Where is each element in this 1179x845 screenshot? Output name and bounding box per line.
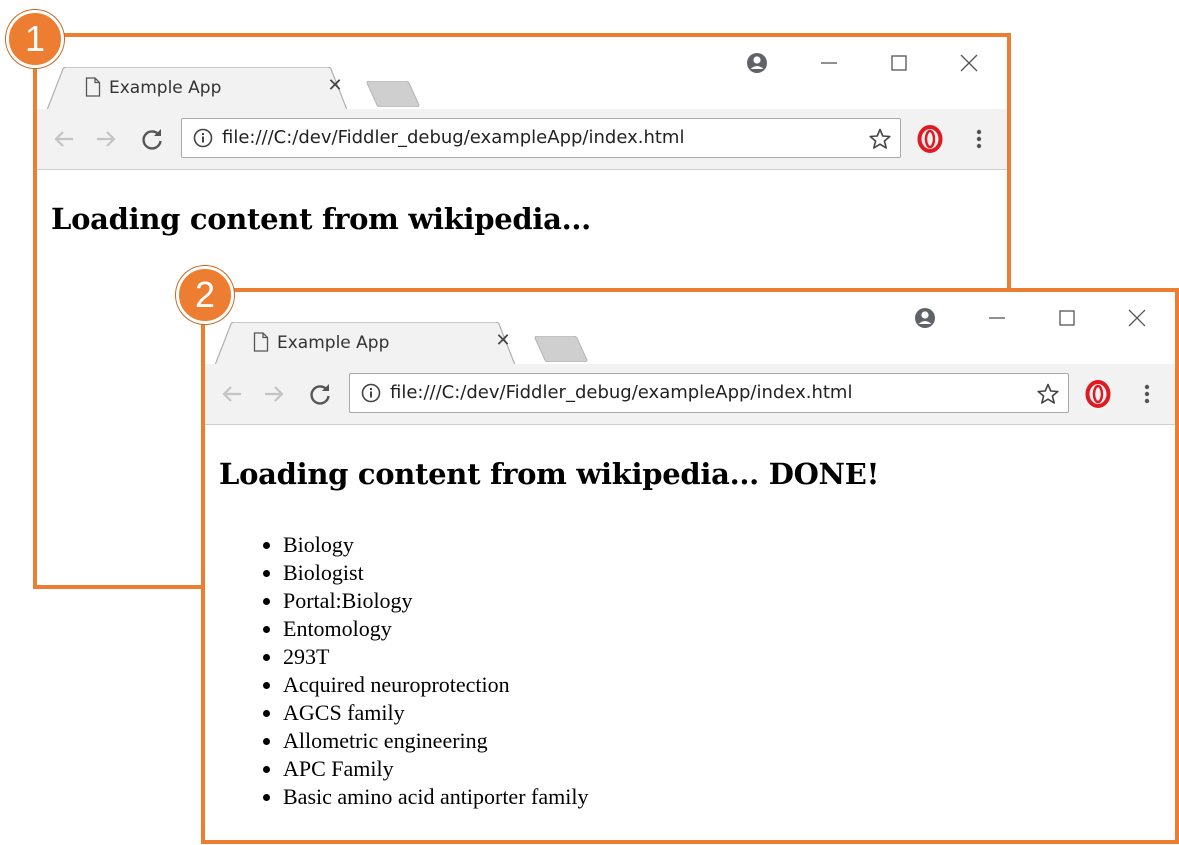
star-icon[interactable]	[868, 127, 892, 151]
tab-title: Example App	[277, 333, 390, 353]
tab-strip: Example App ✕	[37, 67, 1007, 110]
document-icon	[253, 332, 269, 352]
reload-icon[interactable]	[305, 379, 335, 409]
results-list: Biology Biologist Portal:Biology Entomol…	[219, 531, 1161, 811]
url-text: file:///C:/dev/Fiddler_debug/exampleApp/…	[390, 382, 853, 403]
list-item: Biology	[283, 531, 1161, 559]
forward-arrow-icon[interactable]	[259, 379, 289, 409]
profile-icon[interactable]	[739, 45, 775, 81]
list-item: Portal:Biology	[283, 587, 1161, 615]
close-icon[interactable]	[951, 45, 987, 81]
tab-strip: Example App ✕	[205, 322, 1175, 365]
list-item: Basic amino acid antiporter family	[283, 783, 1161, 811]
list-item: Entomology	[283, 615, 1161, 643]
title-bar: Example App ✕	[205, 292, 1175, 365]
reload-icon[interactable]	[137, 124, 167, 154]
maximize-icon[interactable]	[1049, 300, 1085, 336]
browser-toolbar: file:///C:/dev/Fiddler_debug/exampleApp/…	[37, 109, 1007, 170]
forward-arrow-icon[interactable]	[91, 124, 121, 154]
maximize-icon[interactable]	[881, 45, 917, 81]
address-bar[interactable]: file:///C:/dev/Fiddler_debug/exampleApp/…	[181, 118, 901, 158]
profile-icon[interactable]	[907, 300, 943, 336]
info-icon[interactable]	[192, 127, 214, 149]
tab-title: Example App	[109, 78, 222, 98]
title-bar: Example App ✕	[37, 37, 1007, 110]
kebab-menu-icon[interactable]	[1135, 379, 1159, 409]
step-badge-1: 1	[6, 10, 64, 68]
page-heading: Loading content from wikipedia... DONE!	[219, 457, 880, 491]
browser-window-2: Example App ✕ file:///C:/dev/Fiddler_deb…	[201, 288, 1179, 844]
list-item: AGCS family	[283, 699, 1161, 727]
list-item: APC Family	[283, 755, 1161, 783]
minimize-icon[interactable]	[979, 300, 1015, 336]
list-item: Acquired neuroprotection	[283, 671, 1161, 699]
minimize-icon[interactable]	[811, 45, 847, 81]
list-item: Allometric engineering	[283, 727, 1161, 755]
close-icon[interactable]: ✕	[493, 331, 513, 351]
address-bar[interactable]: file:///C:/dev/Fiddler_debug/exampleApp/…	[349, 373, 1069, 413]
url-text: file:///C:/dev/Fiddler_debug/exampleApp/…	[222, 127, 685, 148]
step-badge-2: 2	[176, 266, 234, 324]
close-icon[interactable]: ✕	[325, 76, 345, 96]
info-icon[interactable]	[360, 382, 382, 404]
new-tab-button[interactable]	[365, 81, 421, 107]
opera-icon[interactable]	[915, 124, 945, 154]
back-arrow-icon[interactable]	[49, 124, 79, 154]
close-icon[interactable]	[1119, 300, 1155, 336]
star-icon[interactable]	[1036, 382, 1060, 406]
page-heading: Loading content from wikipedia...	[51, 202, 591, 236]
browser-toolbar: file:///C:/dev/Fiddler_debug/exampleApp/…	[205, 364, 1175, 425]
page-content: Loading content from wikipedia... DONE! …	[205, 425, 1175, 840]
document-icon	[85, 77, 101, 97]
opera-icon[interactable]	[1083, 379, 1113, 409]
list-item: 293T	[283, 643, 1161, 671]
list-item: Biologist	[283, 559, 1161, 587]
new-tab-button[interactable]	[533, 336, 589, 362]
kebab-menu-icon[interactable]	[967, 124, 991, 154]
back-arrow-icon[interactable]	[217, 379, 247, 409]
